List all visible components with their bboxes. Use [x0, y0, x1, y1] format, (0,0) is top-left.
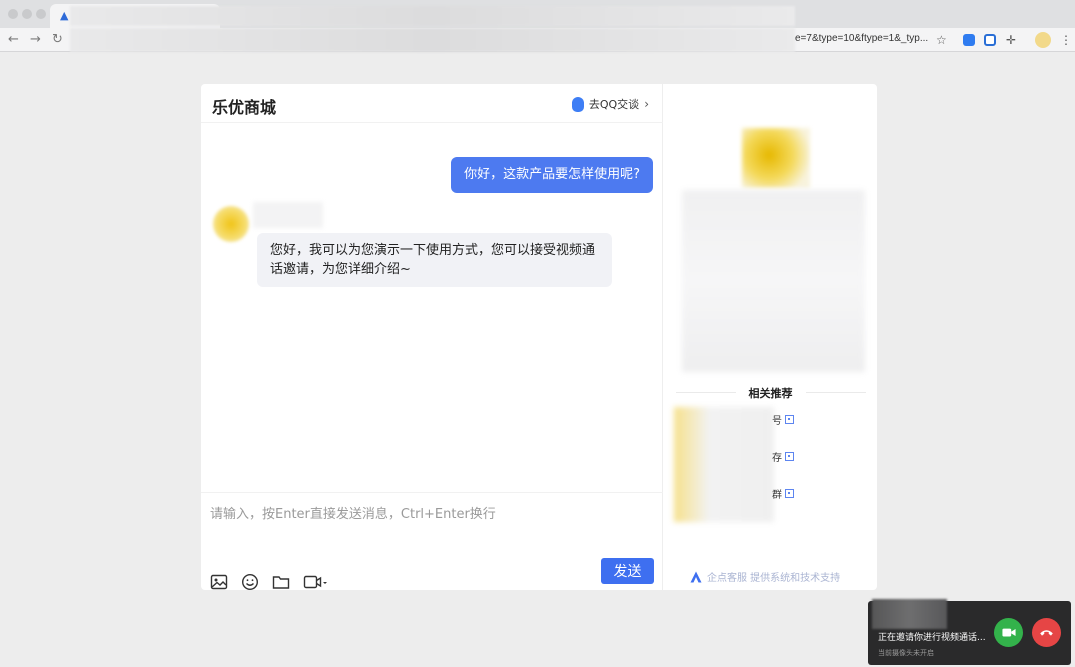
- reload-icon[interactable]: ↻: [52, 32, 63, 48]
- image-icon[interactable]: [210, 573, 228, 590]
- folder-icon[interactable]: [272, 573, 290, 590]
- chevron-right-icon: ›: [644, 97, 649, 111]
- close-window-dot[interactable]: [8, 9, 18, 19]
- caller-preview-blurred: [872, 599, 947, 629]
- shop-avatar: [742, 128, 810, 188]
- bookmark-star-icon[interactable]: ☆: [936, 33, 947, 47]
- qr-code-icon[interactable]: [785, 489, 794, 498]
- extension-s-icon[interactable]: [984, 34, 996, 46]
- video-call-popup: 正在邀请你进行视频通话... 当前摄像头未开启: [868, 599, 1071, 665]
- camera-status-text: 当前摄像头未开启: [878, 649, 934, 657]
- blurred-tab-strip: [70, 6, 795, 26]
- agent-message-bubble: 您好，我可以为您演示一下使用方式，您可以接受视频通话邀请，为您详细介绍~: [257, 233, 612, 287]
- related-item-label: 存: [772, 453, 782, 464]
- related-item-label: 号: [772, 416, 782, 427]
- move-cross-icon[interactable]: ✛: [1006, 33, 1016, 47]
- url-text[interactable]: e=7&type=10&ftype=1&_typ...: [795, 33, 928, 44]
- extension-blue-icon[interactable]: [963, 34, 975, 46]
- related-item[interactable]: 存: [772, 449, 794, 464]
- forward-arrow-icon[interactable]: →: [30, 32, 41, 48]
- video-camera-icon: [1001, 628, 1016, 637]
- video-call-icon[interactable]: [303, 573, 329, 590]
- shop-info-blurred: [682, 190, 865, 372]
- message-input-area[interactable]: 请输入，按Enter直接发送消息，Ctrl+Enter换行: [201, 492, 663, 590]
- menu-dots-icon[interactable]: ⋮: [1060, 33, 1072, 47]
- agent-avatar: [213, 206, 249, 242]
- blurred-url-area: [70, 28, 795, 52]
- chat-header: 乐优商城 去QQ交谈 ›: [201, 84, 663, 123]
- related-item[interactable]: 群: [772, 486, 794, 501]
- qq-chat-link[interactable]: 去QQ交谈 ›: [571, 96, 649, 112]
- emoji-icon[interactable]: [241, 573, 259, 590]
- related-item[interactable]: 号: [772, 412, 794, 427]
- call-invite-text: 正在邀请你进行视频通话...: [878, 633, 986, 643]
- back-arrow-icon[interactable]: ←: [8, 32, 19, 48]
- hang-up-icon: [1040, 630, 1053, 636]
- user-message-bubble: 你好，这款产品要怎样使用呢?: [451, 157, 653, 193]
- qr-code-icon[interactable]: [785, 452, 794, 461]
- divider: [806, 392, 866, 393]
- qq-penguin-icon: [571, 96, 584, 112]
- maximize-window-dot[interactable]: [36, 9, 46, 19]
- qq-link-label: 去QQ交谈: [588, 98, 640, 111]
- accept-video-call-button[interactable]: [994, 618, 1023, 647]
- related-title: 相关推荐: [748, 387, 793, 400]
- browser-tab-bar: ▲: [0, 0, 1075, 28]
- shop-info-panel: 相关推荐 号 存 群 企点客服 提供系统和技术支持: [664, 84, 877, 590]
- profile-avatar-icon[interactable]: [1035, 32, 1051, 48]
- qr-code-icon[interactable]: [785, 415, 794, 424]
- address-bar-row: ← → ↻ e=7&type=10&ftype=1&_typ... ☆ ✛ ⋮: [0, 28, 1075, 52]
- footer-text: 企点客服 提供系统和技术支持: [707, 573, 841, 584]
- minimize-window-dot[interactable]: [22, 9, 32, 19]
- chat-window: 乐优商城 去QQ交谈 › 你好，这款产品要怎样使用呢? 您好，我可以为您演示一下…: [201, 84, 877, 590]
- related-item-label: 群: [772, 490, 782, 501]
- footer-brand: 企点客服 提供系统和技术支持: [690, 569, 840, 584]
- agent-name-blurred: [253, 202, 323, 228]
- shop-title: 乐优商城: [212, 98, 277, 117]
- chat-main-pane: 乐优商城 去QQ交谈 › 你好，这款产品要怎样使用呢? 您好，我可以为您演示一下…: [201, 84, 663, 590]
- related-items-blurred: [674, 407, 774, 522]
- send-button[interactable]: 发送: [601, 558, 654, 584]
- decline-call-button[interactable]: [1032, 618, 1061, 647]
- message-input-placeholder[interactable]: 请输入，按Enter直接发送消息，Ctrl+Enter换行: [210, 503, 496, 522]
- qidian-logo-icon: [690, 571, 702, 582]
